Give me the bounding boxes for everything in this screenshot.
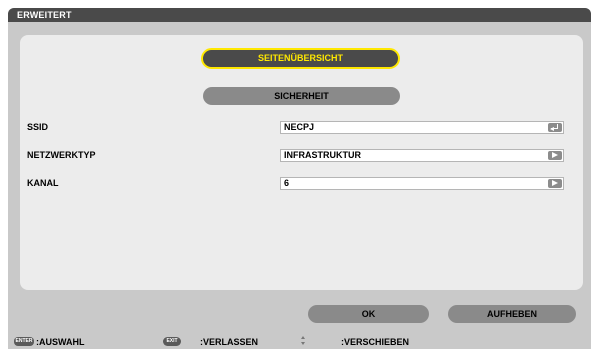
window-title: ERWEITERT bbox=[8, 8, 591, 22]
status-bar: ENTER :AUSWAHL EXIT :VERLASSEN :VERSCHIE… bbox=[8, 335, 591, 349]
up-down-arrows-icon bbox=[301, 336, 306, 346]
ok-button[interactable]: OK bbox=[308, 305, 429, 323]
ssid-label: SSID bbox=[27, 122, 49, 132]
ssid-field[interactable]: NECPJ bbox=[280, 121, 564, 134]
cancel-button[interactable]: AUFHEBEN bbox=[448, 305, 576, 323]
channel-value: 6 bbox=[284, 178, 290, 188]
channel-field[interactable]: 6 bbox=[280, 177, 564, 190]
settings-panel bbox=[20, 35, 583, 290]
tab-page-overview[interactable]: SEITENÜBERSICHT bbox=[201, 48, 400, 69]
enter-action-label: :AUSWAHL bbox=[36, 337, 85, 347]
exit-action-label: :VERLASSEN bbox=[200, 337, 259, 347]
exit-key-icon: EXIT bbox=[163, 337, 181, 346]
tab-security[interactable]: SICHERHEIT bbox=[203, 87, 400, 105]
play-arrow-icon[interactable] bbox=[548, 179, 562, 188]
ssid-value: NECPJ bbox=[284, 122, 315, 132]
network-type-label: NETZWERKTYP bbox=[27, 150, 96, 160]
network-type-field[interactable]: INFRASTRUKTUR bbox=[280, 149, 564, 162]
advanced-settings-window: ERWEITERT SEITENÜBERSICHT SICHERHEIT SSI… bbox=[8, 8, 591, 349]
channel-label: KANAL bbox=[27, 178, 59, 188]
enter-key-icon: ENTER bbox=[14, 337, 34, 346]
play-arrow-icon[interactable] bbox=[548, 151, 562, 160]
move-action-label: :VERSCHIEBEN bbox=[341, 337, 410, 347]
enter-icon[interactable] bbox=[548, 123, 562, 132]
network-type-value: INFRASTRUKTUR bbox=[284, 150, 361, 160]
